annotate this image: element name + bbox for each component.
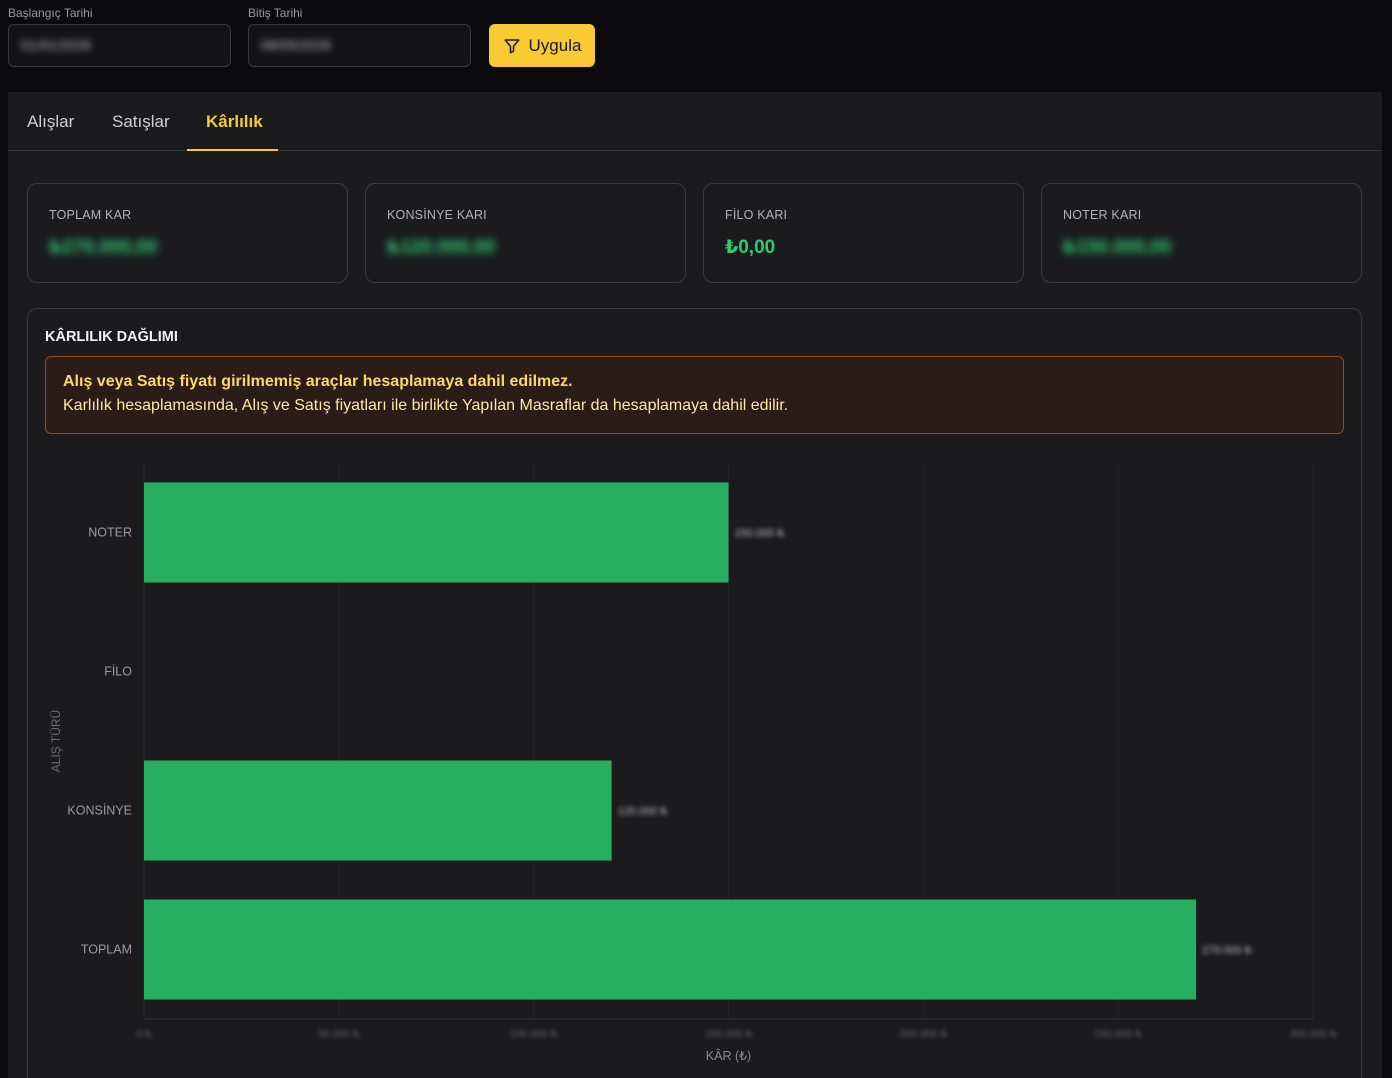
data-label: 120.000 ₺ (618, 806, 668, 818)
x-tick-label: 50.000 ₺ (318, 1028, 360, 1040)
card-total-profit-label: TOPLAM KAR (49, 208, 132, 222)
data-label: 150.000 ₺ (735, 528, 785, 540)
category-label: FİLO (104, 665, 132, 679)
card-notary-profit: NOTER KARI ₺150.000,00 (1041, 183, 1362, 283)
x-tick-label: 300.000 ₺ (1289, 1028, 1337, 1040)
x-tick-label: 150.000 ₺ (705, 1028, 753, 1040)
category-label: NOTER (88, 526, 132, 540)
profit-bar-chart: NOTER 150.000 ₺ FİLO KONSİNYE 120.000 ₺ TOPLA… (49, 463, 1337, 1063)
start-date-label: Başlangıç Tarihi (8, 6, 93, 20)
card-fleet-profit: FİLO KARI ₺0,00 (703, 183, 1024, 283)
filter-bar: Başlangıç Tarihi 01/01/2026 Bitiş Tarihi… (0, 0, 1392, 92)
x-axis-title: KÂR (₺) (706, 1048, 751, 1063)
start-date-value: 01/01/2026 (21, 37, 92, 53)
x-tick-label: 250.000 ₺ (1094, 1028, 1142, 1040)
bar (144, 760, 612, 861)
active-tab-indicator (187, 149, 278, 151)
card-total-profit: TOPLAM KAR ₺270.000,00 (27, 183, 348, 283)
card-fleet-profit-value: ₺0,00 (725, 237, 776, 258)
category-label: KONSİNYE (67, 804, 132, 818)
filter-icon (504, 38, 520, 53)
card-consignment-profit: KONSİNYE KARI ₺120.000,00 (365, 183, 686, 283)
card-notary-profit-value: ₺150.000,00 (1063, 237, 1172, 258)
bar (144, 482, 729, 583)
data-label: 270.000 ₺ (1202, 945, 1252, 957)
tab-profitability[interactable]: Kârlılık (206, 112, 263, 132)
card-fleet-profit-label: FİLO KARI (725, 208, 788, 222)
x-tick-label: 0 ₺ (136, 1028, 152, 1040)
apply-button-label: Uygula (528, 35, 582, 55)
apply-button[interactable]: Uygula (489, 24, 595, 67)
end-date-input[interactable]: 08/05/2026 (248, 24, 471, 67)
tab-sales[interactable]: Satışlar (112, 112, 170, 132)
end-date-label: Bitiş Tarihi (248, 6, 303, 20)
card-consignment-profit-value: ₺120.000,00 (387, 237, 496, 258)
start-date-input[interactable]: 01/01/2026 (8, 24, 231, 67)
x-tick-label: 200.000 ₺ (900, 1028, 948, 1040)
report-panel: Alışlar Satışlar Kârlılık TOPLAM KAR ₺27… (8, 92, 1382, 1078)
tab-bar: Alışlar Satışlar Kârlılık (8, 92, 1382, 151)
category-label: TOPLAM (81, 943, 132, 957)
card-consignment-profit-label: KONSİNYE KARI (387, 208, 487, 222)
y-axis-title: ALIŞ TÜRÜ (49, 710, 63, 772)
bar (144, 899, 1197, 1000)
end-date-value: 08/05/2026 (261, 37, 332, 53)
tab-purchases[interactable]: Alışlar (27, 112, 74, 132)
card-notary-profit-label: NOTER KARI (1063, 208, 1142, 222)
profit-distribution-section: KÂRLILIK DAĞLIMI Alış veya Satış fiyatı … (27, 308, 1362, 1078)
x-tick-label: 100.000 ₺ (510, 1028, 558, 1040)
card-total-profit-value: ₺270.000,00 (49, 237, 158, 258)
